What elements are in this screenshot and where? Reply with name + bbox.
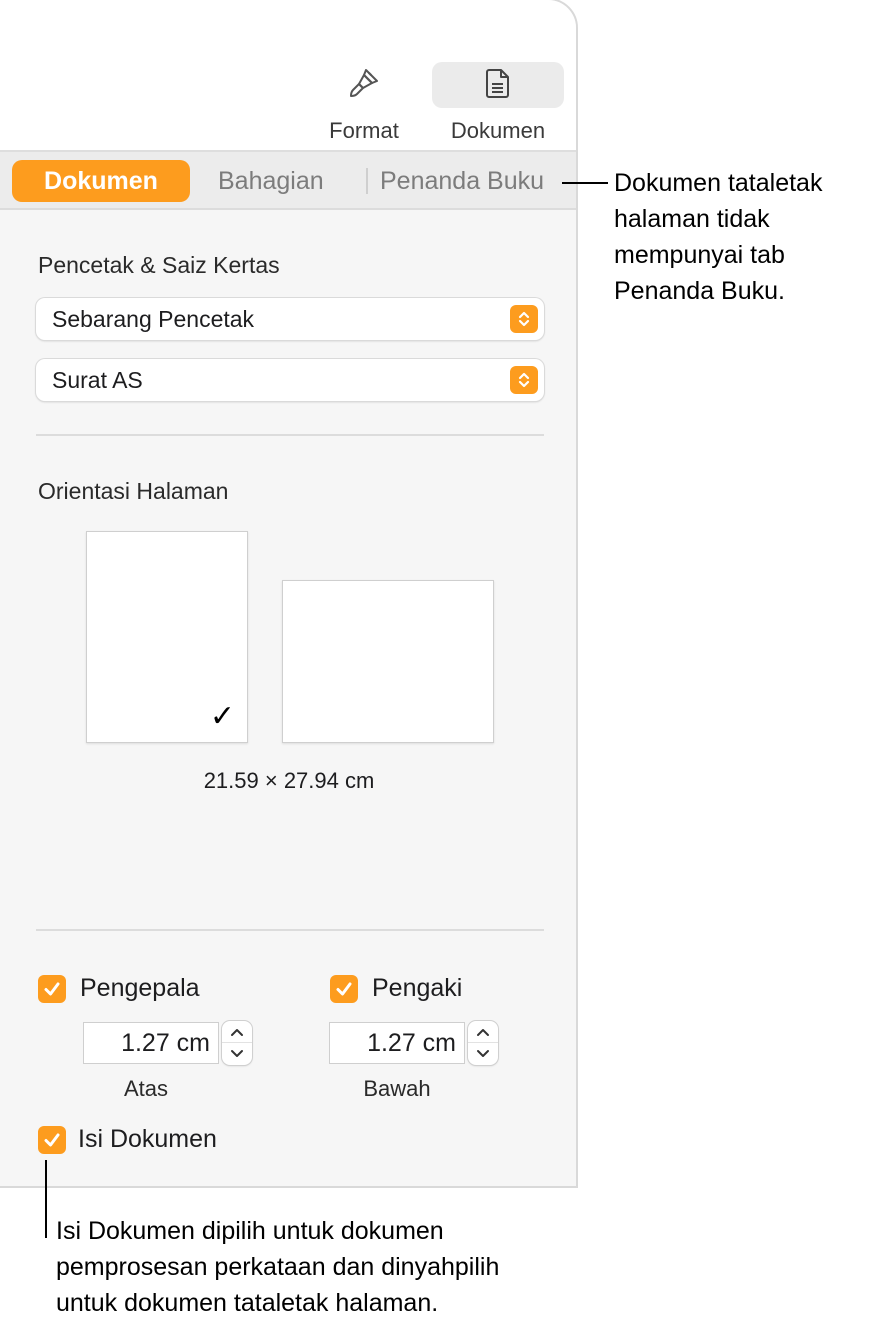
portrait-orientation-option[interactable]: ✓ [86, 531, 248, 743]
footer-margin-field[interactable]: 1.27 cm [330, 1023, 464, 1063]
footer-margin-stepper[interactable] [468, 1021, 498, 1065]
header-margin-field[interactable]: 1.27 cm [84, 1023, 218, 1063]
callout-leader-line [562, 182, 608, 184]
tab-callout-line: Penanda Buku. [614, 277, 785, 305]
checkmark-icon [336, 982, 352, 996]
chevron-down-icon[interactable] [468, 1043, 498, 1065]
dokumen-button[interactable] [432, 62, 564, 108]
footer-checkbox[interactable] [330, 975, 358, 1003]
section-divider [36, 929, 544, 931]
up-down-chevron-icon [510, 366, 538, 394]
paper-size-popup-value: Surat AS [52, 367, 143, 393]
header-label: Pengepala [80, 974, 200, 1002]
tab-dokumen[interactable]: Dokumen [12, 160, 190, 202]
landscape-orientation-option[interactable] [282, 580, 494, 743]
tab-penanda-buku[interactable]: Penanda Buku [380, 160, 544, 202]
body-callout-line: untuk dokumen tataletak halaman. [56, 1289, 439, 1317]
paintbrush-icon [347, 66, 381, 105]
footer-label: Pengaki [372, 974, 463, 1002]
inspector-toolbar: Format Dokumen [0, 0, 576, 152]
chevron-down-icon[interactable] [222, 1043, 252, 1065]
chevron-up-icon[interactable] [468, 1021, 498, 1043]
up-down-chevron-icon [510, 305, 538, 333]
orientation-heading: Orientasi Halaman [38, 478, 229, 504]
callout-leader-line [45, 1160, 47, 1238]
body-callout-line: Isi Dokumen dipilih untuk dokumen [56, 1217, 444, 1245]
header-checkbox[interactable] [38, 975, 66, 1003]
page-dimensions: 21.59 × 27.94 cm [203, 768, 375, 793]
header-sub-label: Atas [123, 1076, 169, 1101]
tab-callout-line: halaman tidak [614, 205, 770, 233]
tab-callout-line: Dokumen tataletak [614, 169, 823, 197]
paper-size-popup[interactable]: Surat AS [36, 359, 544, 401]
printer-section-heading: Pencetak & Saiz Kertas [38, 252, 280, 278]
tab-callout: Dokumen tataletak halaman tidak mempunya… [614, 165, 822, 309]
body-callout-line: pemprosesan perkataan dan dinyahpilih [56, 1253, 500, 1281]
tab-bahagian[interactable]: Bahagian [218, 160, 324, 202]
chevron-up-icon[interactable] [222, 1021, 252, 1043]
format-label: Format [329, 118, 399, 143]
document-inspector-panel: Format Dokumen Dokumen Bahagian Penanda … [0, 0, 578, 1188]
section-divider [36, 434, 544, 436]
body-label: Isi Dokumen [78, 1125, 217, 1153]
checkmark-icon [44, 982, 60, 996]
document-icon [484, 67, 512, 104]
tab-callout-line: mempunyai tab [614, 241, 785, 269]
format-button[interactable] [298, 62, 430, 108]
body-callout: Isi Dokumen dipilih untuk dokumen pempro… [56, 1213, 499, 1321]
tab-divider [366, 168, 368, 194]
printer-popup[interactable]: Sebarang Pencetak [36, 298, 544, 340]
dokumen-label: Dokumen [450, 118, 546, 143]
checkmark-icon [44, 1133, 60, 1147]
printer-popup-value: Sebarang Pencetak [52, 306, 255, 332]
checkmark-icon: ✓ [209, 699, 235, 734]
header-margin-stepper[interactable] [222, 1021, 252, 1065]
tab-bar: Dokumen Bahagian Penanda Buku [0, 152, 576, 210]
body-checkbox[interactable] [38, 1126, 66, 1154]
footer-sub-label: Bawah [363, 1076, 431, 1101]
